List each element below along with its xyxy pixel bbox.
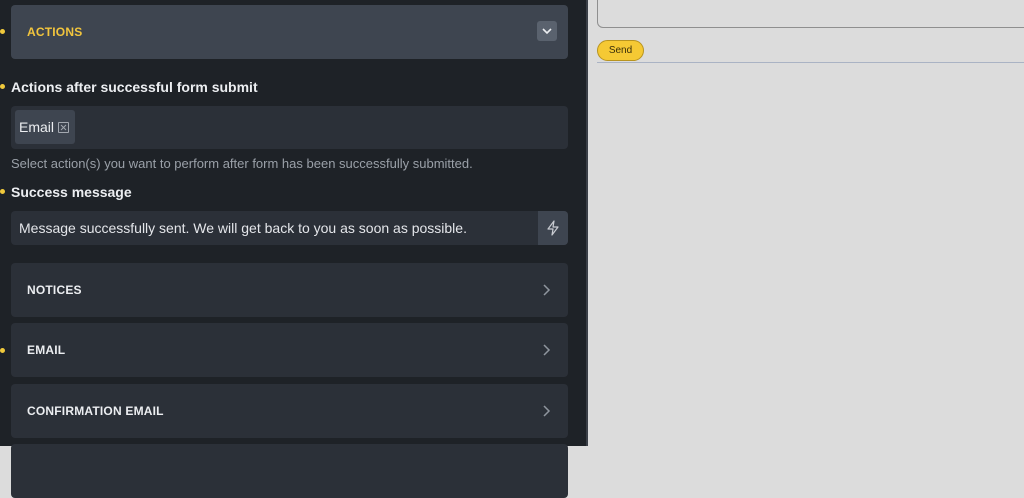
- confirmation-email-section-title: CONFIRMATION EMAIL: [27, 404, 164, 418]
- success-message-input[interactable]: Message successfully sent. We will get b…: [11, 211, 568, 245]
- close-icon[interactable]: [58, 121, 70, 133]
- success-message-label: Success message: [11, 184, 132, 200]
- actions-section-header[interactable]: ACTIONS: [11, 5, 568, 59]
- modified-indicator: [0, 348, 5, 353]
- notices-section-title: NOTICES: [27, 283, 82, 297]
- chevron-down-icon[interactable]: [537, 21, 557, 41]
- actions-help-text: Select action(s) you want to perform aft…: [11, 156, 473, 171]
- modified-indicator: [0, 29, 5, 34]
- chevron-right-icon: [543, 284, 551, 296]
- modified-indicator: [0, 84, 5, 89]
- actions-select[interactable]: Email: [11, 106, 568, 149]
- panel-divider[interactable]: [586, 0, 588, 446]
- bolt-icon[interactable]: [538, 211, 568, 245]
- chevron-right-icon: [543, 344, 551, 356]
- settings-panel: ACTIONS Actions after successful form su…: [0, 0, 586, 498]
- selected-action-tag: Email: [15, 110, 76, 144]
- success-message-value: Message successfully sent. We will get b…: [19, 220, 467, 236]
- message-textarea[interactable]: [597, 0, 1024, 28]
- notices-section-header[interactable]: NOTICES: [11, 263, 568, 317]
- actions-section-title: ACTIONS: [27, 25, 83, 39]
- email-section-title: EMAIL: [27, 343, 66, 357]
- form-outline: [597, 62, 1024, 63]
- send-button[interactable]: Send: [597, 40, 644, 61]
- chevron-right-icon: [543, 405, 551, 417]
- actions-after-submit-label: Actions after successful form submit: [11, 79, 258, 95]
- tag-label: Email: [19, 119, 55, 135]
- email-section-header[interactable]: EMAIL: [11, 323, 568, 377]
- confirmation-email-section-header[interactable]: CONFIRMATION EMAIL: [11, 384, 568, 438]
- modified-indicator: [0, 189, 5, 194]
- next-section-header[interactable]: [11, 444, 568, 498]
